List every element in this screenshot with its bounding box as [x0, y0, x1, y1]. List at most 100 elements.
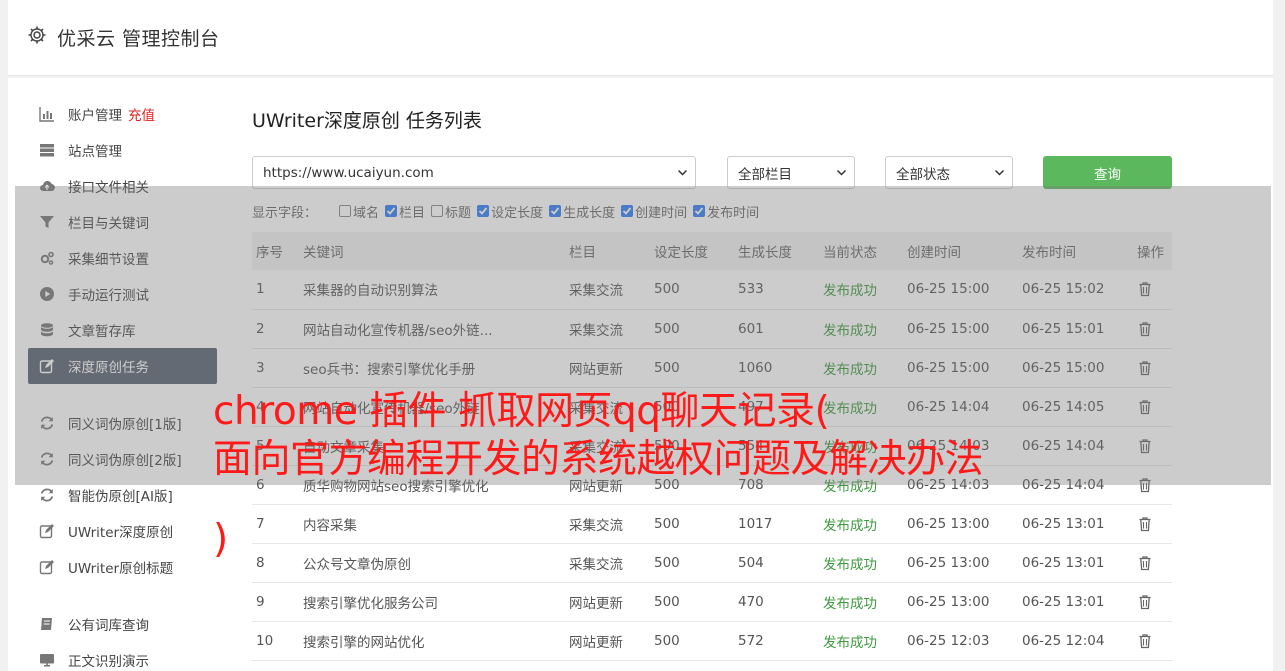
table-cell[interactable]: 搜索引擎优化服务公司 [299, 582, 565, 622]
trash-icon[interactable] [1137, 399, 1153, 415]
gear-icon [27, 25, 47, 45]
table-cell[interactable]: 网站自动化宣传机器/seo外链... [299, 309, 565, 349]
table-cell: 470 [734, 582, 819, 622]
table-cell: 572 [734, 621, 819, 661]
table-cell [1133, 348, 1172, 388]
site-select[interactable]: https://www.ucaiyun.com [252, 156, 696, 189]
table-cell [1133, 543, 1172, 583]
table-row: 9 搜索引擎优化服务公司 网站更新 500 470 发布成功 06-25 13:00 06-2… [252, 582, 1172, 622]
table-cell: 1 [252, 270, 299, 310]
sidebar-item[interactable]: 手动运行测试 [28, 276, 217, 312]
trash-icon[interactable] [1137, 594, 1153, 610]
sidebar-item[interactable]: 站点管理 [28, 132, 217, 168]
sidebar-item[interactable]: 同义词伪原创[1版] [28, 405, 217, 441]
sidebar-item[interactable]: 正文识别演示 [28, 642, 217, 671]
refresh-icon [38, 486, 56, 504]
sidebar-item-label: 公有词库查询 [68, 618, 149, 634]
table-cell[interactable]: 采集器的自动识别算法 [299, 270, 565, 310]
query-button[interactable]: 查询 [1043, 156, 1172, 189]
app-title: 优采云 管理控制台 [57, 28, 220, 50]
checkbox-unchecked-icon [339, 205, 352, 217]
table-cell [1133, 270, 1172, 310]
status-select-value: 全部状态 [896, 166, 950, 183]
column-select-value: 全部栏目 [738, 166, 792, 183]
sidebar-item-label: 采集细节设置 [68, 252, 149, 268]
play-circle-icon [38, 285, 56, 303]
recharge-link[interactable]: 充值 [128, 104, 155, 124]
trash-icon[interactable] [1137, 321, 1153, 337]
table-cell: 500 [650, 348, 734, 388]
field-checkbox-label: 域名 [353, 205, 380, 221]
sidebar-item[interactable]: 接口文件相关 [28, 168, 217, 204]
trash-icon[interactable] [1137, 477, 1153, 493]
chevron-down-icon [677, 169, 688, 176]
sidebar-item[interactable]: 文章暂存库 [28, 312, 217, 348]
column-header: 发布时间 [1022, 245, 1076, 261]
sidebar-item-label: 文章暂存库 [68, 324, 136, 340]
trash-icon[interactable] [1137, 281, 1153, 297]
trash-icon[interactable] [1137, 516, 1153, 532]
field-checkbox[interactable]: 标题 [431, 202, 471, 221]
column-header: 序号 [256, 245, 283, 261]
sidebar-item[interactable]: 深度原创任务 [28, 348, 217, 384]
table-cell: 发布成功 [819, 348, 903, 388]
table-cell: 采集交流 [565, 309, 650, 349]
sidebar-item-label: 栏目与关键词 [68, 216, 149, 232]
table-cell: 06-25 12:03 [903, 621, 1018, 661]
page-title: UWriter深度原创 任务列表 [252, 110, 482, 132]
column-header: 当前状态 [823, 245, 877, 261]
trash-icon[interactable] [1137, 360, 1153, 376]
overlay-line-1: chrome 插件 抓取网页qq聊天记录( [213, 389, 830, 434]
table-cell: 500 [650, 270, 734, 310]
sidebar-item-label: UWriter原创标题 [68, 561, 174, 577]
edit-icon [38, 558, 56, 576]
field-checkbox-label: 发布时间 [707, 205, 760, 221]
field-checkbox-label: 标题 [445, 205, 472, 221]
table-cell: 06-25 15:01 [1018, 309, 1133, 349]
field-checkbox[interactable]: 创建时间 [621, 202, 687, 221]
sidebar-item[interactable]: UWriter原创标题 [28, 549, 217, 585]
gears-icon [38, 249, 56, 267]
sidebar-item-label: 智能伪原创[AI版] [68, 489, 173, 505]
sidebar-item[interactable]: 栏目与关键词 [28, 204, 217, 240]
checkbox-unchecked-icon [431, 205, 444, 217]
sidebar-item[interactable]: 采集细节设置 [28, 240, 217, 276]
sidebar-item[interactable]: 公有词库查询 [28, 606, 217, 642]
table-cell [1133, 426, 1172, 466]
overlay-line-2: 面向官方编程开发的系统越权问题及解决办法 [213, 437, 984, 482]
table-cell: 9 [252, 582, 299, 622]
table-cell[interactable]: seo兵书：搜索引擎优化手册 [299, 348, 565, 388]
table-cell [1133, 387, 1172, 427]
field-checkbox[interactable]: 域名 [339, 202, 379, 221]
sidebar-item[interactable]: 智能伪原创[AI版] [28, 477, 217, 513]
table-cell [1133, 465, 1172, 505]
table-cell: 2 [252, 309, 299, 349]
sidebar-item[interactable]: UWriter深度原创 [28, 513, 217, 549]
trash-icon[interactable] [1137, 555, 1153, 571]
field-checkbox[interactable]: 设定长度 [477, 202, 543, 221]
checkbox-checked-icon [549, 205, 562, 217]
field-checkbox[interactable]: 生成长度 [549, 202, 615, 221]
overlay-line-3: ) [213, 517, 228, 562]
checkbox-checked-icon [693, 205, 706, 217]
sidebar-item-label: 账户管理 [68, 108, 122, 124]
sidebar-item[interactable]: 同义词伪原创[2版] [28, 441, 217, 477]
trash-icon[interactable] [1137, 633, 1153, 649]
table-cell[interactable]: 搜索引擎的网站优化 [299, 621, 565, 661]
field-checkbox-label: 生成长度 [563, 205, 616, 221]
field-checkbox[interactable]: 栏目 [385, 202, 425, 221]
table-header: 序号 关键词 栏目 设定长度 生成长度 当前状态 创建时间 发布时间 操作 [252, 232, 1172, 270]
trash-icon[interactable] [1137, 438, 1153, 454]
table-cell: 06-25 15:00 [903, 309, 1018, 349]
field-checkbox[interactable]: 发布时间 [693, 202, 759, 221]
sidebar-item[interactable]: 账户管理 充值 [28, 96, 217, 132]
server-icon [38, 141, 56, 159]
site-select-value: https://www.ucaiyun.com [263, 164, 434, 181]
table-cell [1133, 582, 1172, 622]
status-select[interactable]: 全部状态 [885, 156, 1013, 189]
edit-icon [38, 522, 56, 540]
column-select[interactable]: 全部栏目 [727, 156, 855, 189]
checkbox-checked-icon [385, 205, 398, 217]
sidebar-item-label: UWriter深度原创 [68, 525, 174, 541]
sidebar-item-label: 手动运行测试 [68, 288, 149, 304]
